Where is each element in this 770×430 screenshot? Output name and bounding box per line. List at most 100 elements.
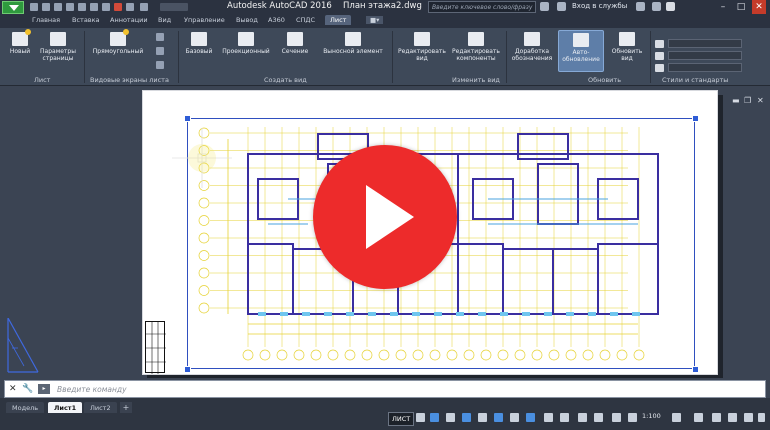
grid-icon[interactable]	[416, 413, 425, 422]
quick-print-icon[interactable]	[90, 3, 98, 11]
quick-save-icon[interactable]	[54, 3, 62, 11]
app-title: Autodesk AutoCAD 2016	[227, 1, 332, 11]
quick-workspace-icon[interactable]	[140, 3, 148, 11]
rect-viewport-label: Прямоугольный	[92, 48, 144, 55]
drawing-area[interactable]: ▬ ❐ ✕	[0, 86, 770, 378]
new-layout-button[interactable]: Новый	[6, 29, 34, 55]
view-style-dropdown[interactable]	[668, 39, 742, 48]
quick-webmobile-icon[interactable]	[78, 3, 86, 11]
signin-link[interactable]: Вход в службы	[572, 2, 627, 10]
clean-screen-icon[interactable]	[744, 413, 753, 422]
annotation-monitor-icon[interactable]	[594, 413, 603, 422]
user-icon[interactable]	[557, 2, 566, 11]
update-view-button[interactable]: Обновить вид	[608, 32, 646, 62]
3dosnap-icon[interactable]	[560, 413, 569, 422]
tab-a360[interactable]: A360	[268, 16, 285, 24]
info-icon[interactable]	[666, 2, 675, 11]
panel-label-viewports: Видовые экраны листа	[90, 76, 169, 84]
base-view-button[interactable]: Базовый	[182, 32, 216, 55]
quick-new-icon[interactable]	[30, 3, 38, 11]
customization-icon[interactable]	[758, 413, 765, 422]
autoscale-icon[interactable]	[628, 413, 637, 422]
update-view-label: Обновить вид	[611, 48, 643, 62]
tab-view[interactable]: Вид	[158, 16, 171, 24]
exchange-icon[interactable]	[636, 2, 645, 11]
command-prompt-icon[interactable]: ▸	[38, 384, 50, 394]
dynamic-ucs-icon[interactable]	[578, 413, 587, 422]
customize-wrench-icon[interactable]: 🔧	[22, 384, 33, 394]
quick-pdf-icon[interactable]	[114, 3, 122, 11]
status-bar: Модель Лист1 Лист2 + ЛИСТ 1:100	[0, 398, 770, 430]
annotation-plus-icon[interactable]	[694, 413, 703, 422]
detail-view-button[interactable]: Выносной элемент	[318, 32, 388, 55]
page-setup-button[interactable]: Параметры страницы	[38, 32, 78, 62]
rect-viewport-button[interactable]: Прямоугольный	[88, 29, 148, 55]
quick-saveas-icon[interactable]	[66, 3, 74, 11]
paper-space-toggle[interactable]: ЛИСТ	[388, 412, 415, 426]
panel-label-styles: Стили и стандарты	[662, 76, 729, 84]
tab-home[interactable]: Главная	[32, 16, 60, 24]
panel-label-modify-view: Изменить вид	[452, 76, 500, 84]
add-layout-button[interactable]: +	[120, 402, 132, 413]
command-input[interactable]: Введите команду	[57, 385, 127, 394]
close-icon[interactable]: ✕	[752, 0, 766, 14]
close-command-line-icon[interactable]: ✕	[9, 384, 17, 394]
edit-components-button[interactable]: Редактировать компоненты	[450, 32, 502, 62]
page-setup-label: Параметры страницы	[40, 48, 76, 62]
annotation-visibility-icon[interactable]	[612, 413, 621, 422]
help-icon[interactable]	[652, 2, 661, 11]
tab-layout2[interactable]: Лист2	[84, 402, 117, 413]
quick-undo-icon[interactable]	[102, 3, 110, 11]
edit-view-button[interactable]: Редактировать вид	[396, 32, 448, 62]
search-icon[interactable]	[540, 2, 549, 11]
snap-icon[interactable]	[430, 413, 439, 422]
section-view-label: Сечение	[281, 48, 309, 55]
base-view-icon	[191, 32, 207, 46]
symbol-sketch-icon	[524, 32, 540, 46]
tab-insert[interactable]: Вставка	[72, 16, 100, 24]
ortho-icon[interactable]	[446, 413, 455, 422]
view-style-icon	[655, 40, 664, 48]
viewport-lock-icon[interactable]	[156, 47, 164, 55]
play-icon	[366, 185, 414, 249]
tab-spds[interactable]: СПДС	[296, 16, 315, 24]
video-play-button[interactable]	[313, 145, 457, 289]
quick-redo-icon[interactable]	[126, 3, 134, 11]
isolate-objects-icon[interactable]	[728, 413, 737, 422]
detail-style-dropdown[interactable]	[668, 63, 742, 72]
ribbon: Новый Параметры страницы Лист Прямоуголь…	[0, 28, 770, 86]
hardware-accel-icon[interactable]	[712, 413, 721, 422]
panel-separator	[392, 31, 393, 83]
tab-layout1[interactable]: Лист1	[48, 402, 83, 413]
transparency-icon[interactable]	[526, 413, 535, 422]
tab-manage[interactable]: Управление	[184, 16, 225, 24]
quick-open-icon[interactable]	[42, 3, 50, 11]
maximize-icon[interactable]: □	[734, 0, 748, 14]
command-line[interactable]: ✕ 🔧 ▸ Введите команду	[4, 380, 766, 398]
tab-layout[interactable]: Лист	[325, 15, 352, 25]
lineweight-icon[interactable]	[510, 413, 519, 422]
polar-icon[interactable]	[462, 413, 471, 422]
panel-label-update: Обновить	[588, 76, 622, 84]
auto-update-icon	[573, 33, 589, 47]
section-view-button[interactable]: Сечение	[278, 32, 312, 55]
otrack-icon[interactable]	[494, 413, 503, 422]
section-style-dropdown[interactable]	[668, 51, 742, 60]
tab-model[interactable]: Модель	[6, 402, 45, 413]
viewport-restore-icon[interactable]	[156, 61, 164, 69]
selection-cycling-icon[interactable]	[544, 413, 553, 422]
search-input[interactable]: Введите ключевое слово/фразу	[428, 1, 536, 13]
annotation-scale[interactable]: 1:100	[642, 412, 661, 420]
workspace-dropdown[interactable]	[160, 3, 188, 11]
application-menu-button[interactable]	[2, 1, 24, 14]
projected-view-button[interactable]: Проекционный	[218, 32, 274, 55]
tab-overflow-button[interactable]: ■▾	[366, 16, 384, 24]
tab-annotate[interactable]: Аннотации	[110, 16, 148, 24]
symbol-sketch-button[interactable]: Доработка обозначения	[510, 32, 554, 62]
tab-output[interactable]: Вывод	[236, 16, 258, 24]
viewport-clip-icon[interactable]	[156, 33, 164, 41]
workspace-gear-icon[interactable]	[672, 413, 681, 422]
auto-update-button[interactable]: Авто-обновление	[558, 30, 604, 72]
osnap-icon[interactable]	[478, 413, 487, 422]
minimize-icon[interactable]: –	[716, 0, 730, 14]
